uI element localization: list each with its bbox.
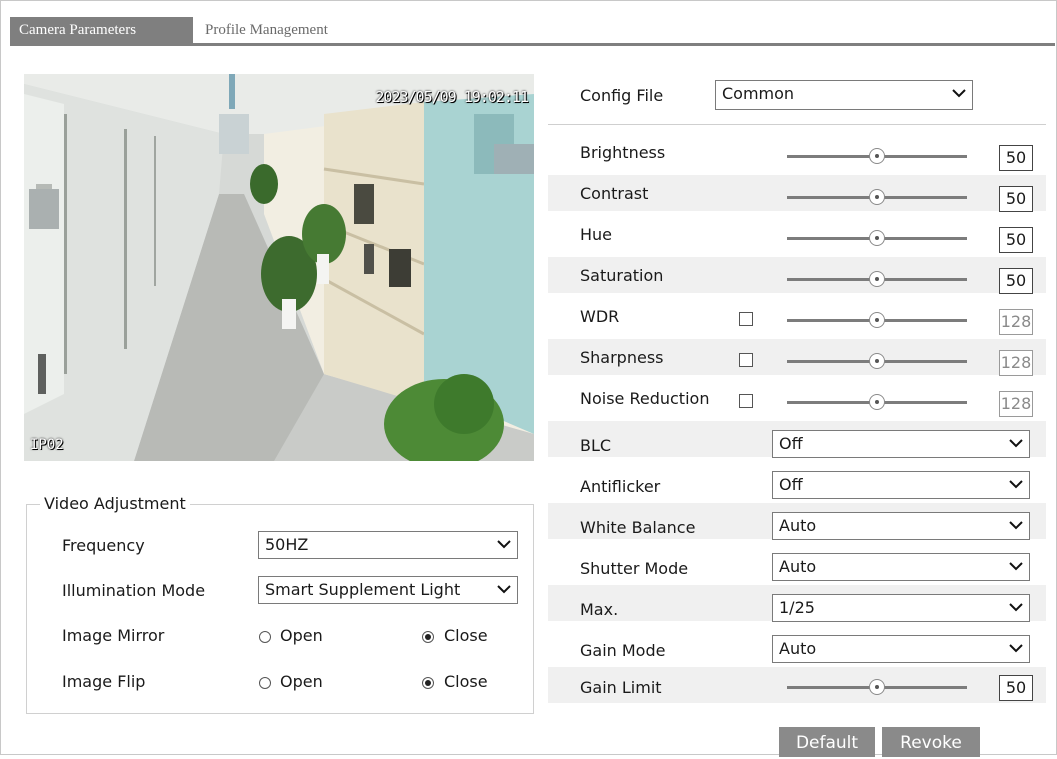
sharpness-checkbox[interactable] — [739, 353, 753, 367]
video-frame-image — [24, 74, 534, 461]
shutter-mode-label: Shutter Mode — [580, 559, 689, 578]
video-adjustment-title: Video Adjustment — [40, 494, 190, 513]
mirror-open-radio[interactable] — [259, 631, 271, 643]
noise-reduction-checkbox[interactable] — [739, 394, 753, 408]
sharpness-slider-handle[interactable] — [869, 353, 885, 369]
gain-mode-select[interactable]: Auto — [772, 635, 1030, 663]
chevron-down-icon — [952, 89, 966, 98]
max-value: 1/25 — [779, 598, 815, 617]
config-divider — [548, 124, 1046, 125]
gain-mode-value: Auto — [779, 639, 817, 658]
mirror-close-radio[interactable] — [422, 631, 434, 643]
noise-reduction-value-input[interactable]: 128 — [999, 391, 1033, 417]
antiflicker-value: Off — [779, 475, 803, 494]
max-label: Max. — [580, 600, 619, 619]
chevron-down-icon — [1009, 480, 1023, 489]
gain-limit-slider-handle[interactable] — [869, 679, 885, 695]
saturation-slider-handle[interactable] — [869, 271, 885, 287]
flip-open-label: Open — [280, 672, 323, 691]
chevron-down-icon — [1009, 521, 1023, 530]
chevron-down-icon — [1009, 644, 1023, 653]
gain-limit-value-input[interactable]: 50 — [999, 675, 1033, 701]
wdr-checkbox[interactable] — [739, 312, 753, 326]
chevron-down-icon — [1009, 603, 1023, 612]
illumination-mode-value: Smart Supplement Light — [265, 580, 461, 599]
flip-open-radio[interactable] — [259, 677, 271, 689]
blc-label: BLC — [580, 436, 612, 455]
contrast-value-input[interactable]: 50 — [999, 186, 1033, 212]
saturation-value-input[interactable]: 50 — [999, 268, 1033, 294]
wdr-slider-handle[interactable] — [869, 312, 885, 328]
hue-slider-handle[interactable] — [869, 230, 885, 246]
blc-select[interactable]: Off — [772, 430, 1030, 458]
tab-profile-management[interactable]: Profile Management — [196, 17, 386, 43]
max-select[interactable]: 1/25 — [772, 594, 1030, 622]
osd-timestamp: 2023/05/09 19:02:11 — [375, 88, 529, 106]
image-flip-label: Image Flip — [62, 672, 146, 691]
illumination-mode-label: Illumination Mode — [62, 581, 206, 600]
config-file-value: Common — [722, 84, 795, 103]
revoke-button[interactable]: Revoke — [882, 727, 980, 757]
video-preview[interactable]: 2023/05/09 19:02:11 IP02 — [24, 74, 534, 461]
saturation-label: Saturation — [580, 266, 664, 285]
sharpness-value-input[interactable]: 128 — [999, 350, 1033, 376]
chevron-down-icon — [497, 585, 511, 594]
frequency-value: 50HZ — [265, 535, 309, 554]
chevron-down-icon — [497, 540, 511, 549]
illumination-mode-select[interactable]: Smart Supplement Light — [258, 576, 518, 604]
white-balance-label: White Balance — [580, 518, 696, 537]
mirror-open-label: Open — [280, 626, 323, 645]
hue-label: Hue — [580, 225, 613, 244]
frequency-label: Frequency — [62, 536, 145, 555]
white-balance-select[interactable]: Auto — [772, 512, 1030, 540]
flip-close-radio[interactable] — [422, 677, 434, 689]
white-balance-value: Auto — [779, 516, 817, 535]
blc-value: Off — [779, 434, 803, 453]
frequency-select[interactable]: 50HZ — [258, 531, 518, 559]
image-mirror-label: Image Mirror — [62, 626, 165, 645]
brightness-label: Brightness — [580, 143, 666, 162]
default-button[interactable]: Default — [779, 727, 875, 757]
brightness-value-input[interactable]: 50 — [999, 145, 1033, 171]
noise-reduction-label: Noise Reduction — [580, 389, 710, 408]
mirror-close-label: Close — [444, 626, 488, 645]
brightness-slider-handle[interactable] — [869, 148, 885, 164]
config-file-label: Config File — [580, 86, 664, 105]
osd-camera-name: IP02 — [30, 437, 64, 453]
shutter-mode-select[interactable]: Auto — [772, 553, 1030, 581]
wdr-label: WDR — [580, 307, 620, 326]
antiflicker-select[interactable]: Off — [772, 471, 1030, 499]
sharpness-label: Sharpness — [580, 348, 664, 367]
tab-underline — [10, 43, 1055, 46]
chevron-down-icon — [1009, 439, 1023, 448]
antiflicker-label: Antiflicker — [580, 477, 661, 496]
wdr-value-input[interactable]: 128 — [999, 309, 1033, 335]
flip-close-label: Close — [444, 672, 488, 691]
shutter-mode-value: Auto — [779, 557, 817, 576]
contrast-label: Contrast — [580, 184, 649, 203]
hue-value-input[interactable]: 50 — [999, 227, 1033, 253]
gain-mode-label: Gain Mode — [580, 641, 666, 660]
gain-limit-label: Gain Limit — [580, 678, 662, 697]
contrast-slider-handle[interactable] — [869, 189, 885, 205]
noise-reduction-slider-handle[interactable] — [869, 394, 885, 410]
chevron-down-icon — [1009, 562, 1023, 571]
config-file-select[interactable]: Common — [715, 80, 973, 110]
tab-camera-parameters[interactable]: Camera Parameters — [10, 17, 193, 43]
